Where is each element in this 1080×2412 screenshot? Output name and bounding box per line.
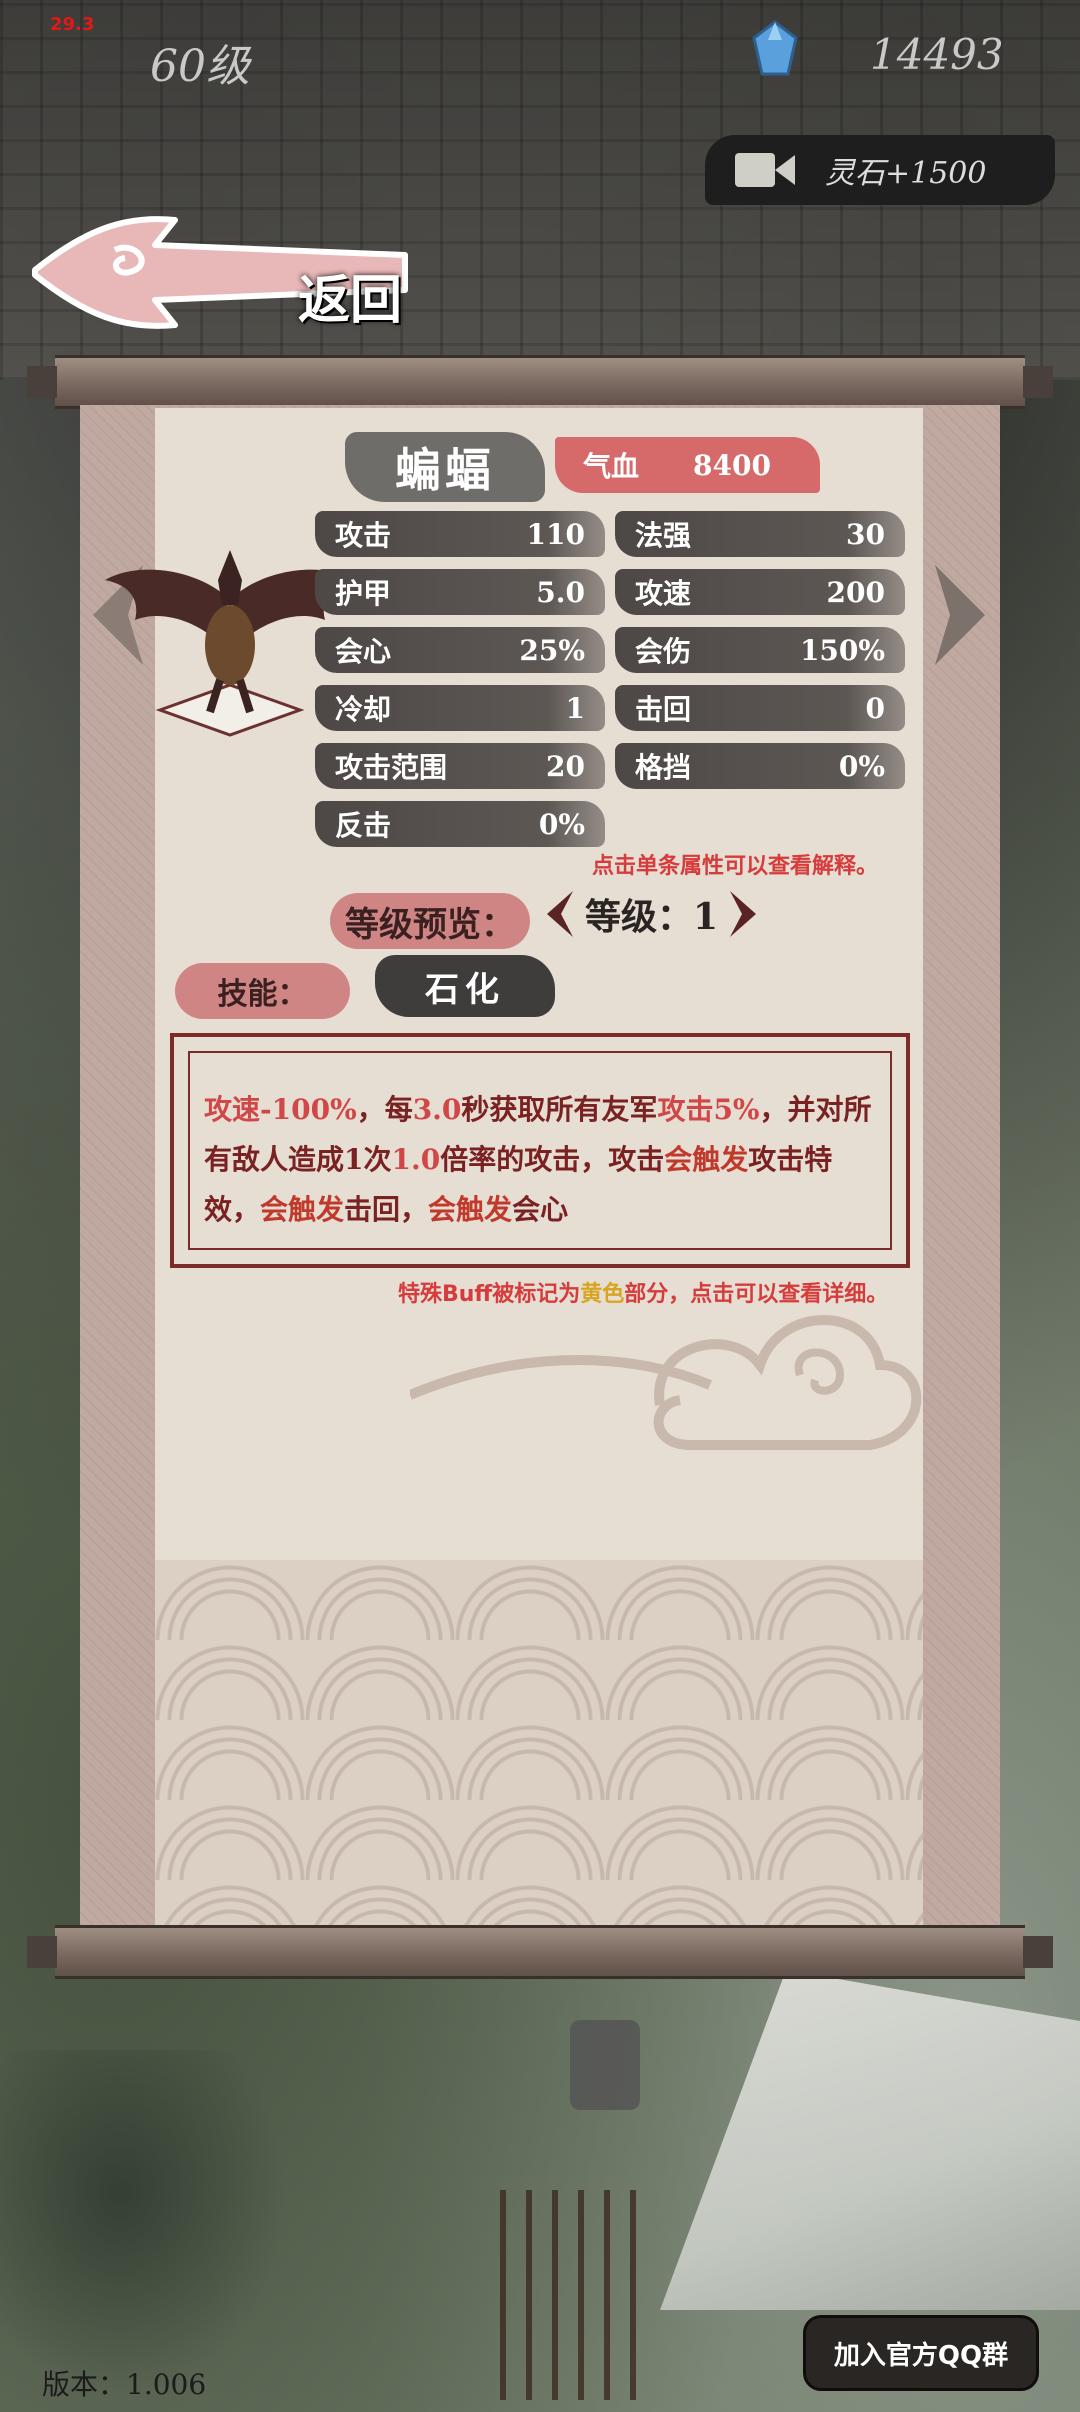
stat-value: 25% [519, 633, 585, 667]
wave-pattern [155, 1560, 923, 1925]
video-reward-button[interactable]: 灵石+1500 [705, 135, 1055, 205]
tree-decoration [0, 2050, 300, 2412]
stat-counter[interactable]: 反击 0% [315, 801, 605, 847]
description-segment[interactable]: 会触发 [260, 1193, 344, 1226]
level-selector: 等级：1 [545, 888, 758, 940]
stat-label: 法强 [635, 519, 692, 552]
description-segment: 秒获取所有友军 [461, 1093, 658, 1126]
hp-value: 8400 [693, 448, 771, 482]
stat-label: 攻击 [335, 519, 392, 552]
stat-armor[interactable]: 护甲 5.0 [315, 569, 605, 615]
stat-heal-on-hit[interactable]: 击回 0 [615, 685, 905, 731]
description-segment[interactable]: 1.0 [391, 1143, 440, 1176]
description-segment: 会心 [512, 1193, 569, 1226]
stat-label: 冷却 [335, 693, 392, 726]
stat-attack-range[interactable]: 攻击范围 20 [315, 743, 605, 789]
description-segment: 击回， [344, 1193, 429, 1226]
gem-count: 14493 [870, 30, 1004, 79]
stat-value: 0% [538, 807, 585, 841]
skill-description: 攻速-100%，每3.0秒获取所有友军攻击5%，并对所有敌人造成1次1.0倍率的… [204, 1085, 876, 1235]
description-segment[interactable]: 攻击5% [657, 1093, 759, 1126]
chevron-left-icon[interactable] [545, 889, 575, 939]
stat-label: 会心 [335, 635, 392, 668]
stat-cooldown[interactable]: 冷却 1 [315, 685, 605, 731]
monster-name: 蝙蝠 [345, 432, 545, 502]
join-qq-group-button[interactable]: 加入官方QQ群 [803, 2315, 1039, 2391]
version-label: 版本：1.006 [42, 2368, 207, 2401]
buff-hint-post: 部分，点击可以查看详细。 [624, 1282, 889, 1307]
description-segment[interactable]: 3.0 [413, 1093, 462, 1126]
stat-label: 反击 [335, 809, 392, 842]
stat-value: 20 [546, 749, 585, 783]
level-value: 等级：1 [585, 896, 719, 938]
stat-label: 格挡 [635, 751, 692, 784]
stat-label: 击回 [635, 693, 692, 726]
stat-attack[interactable]: 攻击 110 [315, 511, 605, 557]
buff-hint-pre: 特殊Buff被标记为 [398, 1282, 581, 1307]
stat-value: 150% [799, 633, 885, 667]
stat-value: 200 [826, 575, 885, 609]
stat-value: 30 [846, 517, 885, 551]
skill-description-box[interactable]: 攻速-100%，每3.0秒获取所有友军攻击5%，并对所有敌人造成1次1.0倍率的… [170, 1033, 910, 1268]
stat-value: 110 [526, 517, 585, 551]
chevron-right-icon[interactable] [728, 889, 758, 939]
description-segment: 倍率的攻击，攻击 [440, 1143, 665, 1176]
description-segment[interactable]: 攻速-100% [204, 1093, 357, 1126]
stat-label: 会伤 [635, 635, 692, 668]
level-preview-label: 等级预览： [330, 893, 530, 949]
skill-name[interactable]: 石化 [375, 955, 555, 1017]
stat-block[interactable]: 格挡 0% [615, 743, 905, 789]
scroll-top-rod [27, 355, 1053, 409]
stat-crit-rate[interactable]: 会心 25% [315, 627, 605, 673]
stat-label: 护甲 [335, 577, 392, 610]
player-level: 60级 [150, 41, 250, 92]
stat-value: 1 [565, 691, 585, 725]
gem-icon [752, 20, 798, 76]
stat-label: 攻击范围 [335, 751, 448, 784]
back-button-label[interactable]: 返回 [298, 258, 402, 333]
cage-decoration [500, 2190, 650, 2400]
debug-counter: 29.3 [50, 14, 95, 35]
scroll-bottom-rod [27, 1925, 1053, 1979]
stat-magic-power[interactable]: 法强 30 [615, 511, 905, 557]
stat-label: 攻速 [635, 577, 692, 610]
stat-value: 0 [865, 691, 885, 725]
stat-value: 0% [838, 749, 885, 783]
right-arrow-icon[interactable] [930, 560, 990, 670]
description-segment: ，每 [356, 1093, 413, 1126]
hp-label: 气血 [583, 450, 640, 483]
skill-label: 技能： [175, 963, 350, 1019]
video-reward-label: 灵石+1500 [825, 156, 987, 191]
stat-hint: 点击单条属性可以查看解释。 [592, 854, 879, 879]
hp-stat[interactable]: 气血 8400 [555, 437, 820, 493]
buff-hint-yellow: 黄色 [580, 1282, 625, 1307]
stat-value: 5.0 [536, 575, 585, 609]
description-segment[interactable]: 会触发 [428, 1193, 512, 1226]
video-camera-icon [735, 153, 795, 187]
description-segment[interactable]: 会触发 [664, 1143, 748, 1176]
cloud-ornament [410, 1315, 922, 1450]
buff-hint: 特殊Buff被标记为黄色部分，点击可以查看详细。 [398, 1276, 888, 1308]
barrel-decoration [570, 2020, 640, 2110]
stat-crit-damage[interactable]: 会伤 150% [615, 627, 905, 673]
stat-attack-speed[interactable]: 攻速 200 [615, 569, 905, 615]
